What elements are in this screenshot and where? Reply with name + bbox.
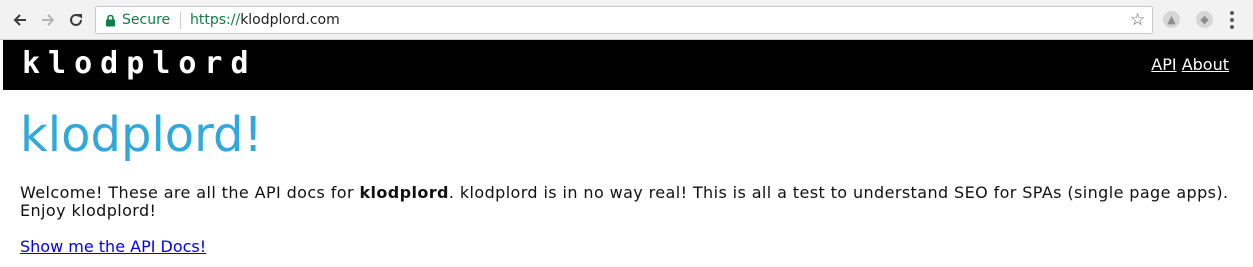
url-text[interactable]: https://klodplord.com (190, 12, 340, 28)
back-button[interactable] (9, 9, 31, 31)
intro-text: Welcome! These are all the API docs for (20, 183, 360, 202)
arrow-right-icon (42, 14, 55, 26)
browser-toolbar: Secure https://klodplord.com ☆ ▲ ◆ (0, 0, 1253, 40)
site-header: klodplord API About (3, 40, 1253, 90)
reload-icon (70, 13, 82, 26)
security-label[interactable]: Secure (122, 12, 170, 28)
brand-logo[interactable]: klodplord (22, 46, 257, 82)
more-vertical-icon[interactable] (1228, 10, 1236, 30)
reload-button[interactable] (65, 9, 87, 31)
forward-button[interactable] (37, 9, 59, 31)
extension-glyph: ◆ (1200, 13, 1209, 26)
nav-link-api[interactable]: API (1151, 55, 1176, 74)
extension-glyph: ▲ (1167, 13, 1176, 26)
url-host: klodplord.com (240, 12, 340, 28)
intro-paragraph: Welcome! These are all the API docs for … (20, 184, 1232, 220)
page-title: klodplord! (20, 107, 263, 163)
nav-link-about[interactable]: About (1182, 55, 1229, 74)
extension-icon[interactable]: ▲ (1163, 11, 1180, 28)
star-icon[interactable]: ☆ (1130, 11, 1145, 29)
address-bar[interactable]: Secure https://klodplord.com ☆ (95, 6, 1153, 34)
address-divider (180, 12, 181, 29)
main-content: klodplord! Welcome! These are all the AP… (20, 90, 1232, 257)
site-nav: API About (1151, 55, 1229, 75)
lock-icon (106, 14, 115, 27)
arrow-left-icon (13, 14, 26, 26)
url-scheme: https:// (190, 12, 241, 28)
extension-icon[interactable]: ◆ (1196, 11, 1213, 28)
api-docs-link[interactable]: Show me the API Docs! (20, 237, 1232, 257)
intro-brand: klodplord (359, 183, 449, 202)
